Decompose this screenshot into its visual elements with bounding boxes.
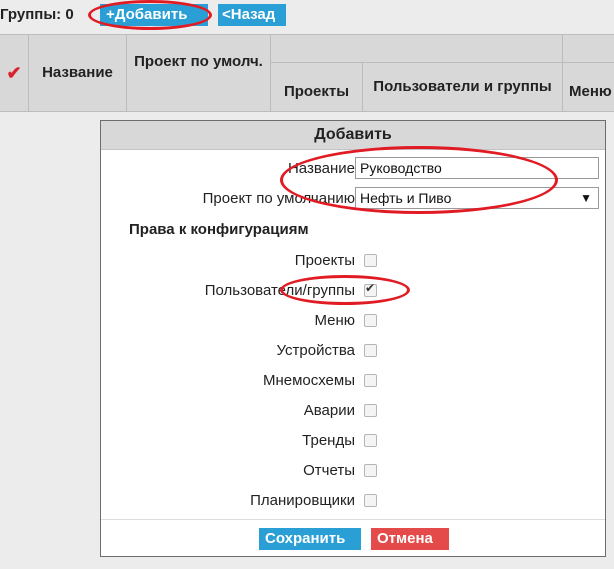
permission-row: Меню — [101, 309, 607, 333]
add-group-dialog: Добавить Название Проект по умолчанию Не… — [100, 120, 606, 557]
dialog-title: Добавить — [101, 121, 605, 150]
default-project-label: Проект по умолчанию — [202, 190, 355, 207]
name-input[interactable] — [355, 157, 599, 179]
permission-checkbox[interactable] — [364, 281, 377, 297]
permission-label: Отчеты — [303, 462, 355, 479]
add-button[interactable]: +Добавить — [100, 4, 208, 26]
check-icon: ✔ — [6, 63, 22, 83]
header-default-project[interactable]: Проект по умолч. — [126, 35, 270, 111]
header-name[interactable]: Название — [28, 35, 126, 111]
permission-checkbox[interactable] — [364, 254, 377, 267]
permission-row: Планировщики — [101, 489, 607, 513]
permission-checkbox[interactable] — [364, 464, 377, 477]
header-users-groups[interactable]: Пользователи и группы — [362, 63, 562, 111]
permission-label: Меню — [314, 312, 355, 329]
header-menu[interactable]: Меню — [562, 35, 614, 111]
permission-checkbox[interactable] — [364, 404, 377, 417]
permission-checkbox[interactable] — [364, 344, 377, 357]
permission-label: Мнемосхемы — [262, 372, 355, 389]
back-button[interactable]: <Назад — [218, 4, 286, 26]
default-project-row: Проект по умолчанию Нефть и Пиво ▼ — [101, 187, 607, 211]
permission-row: Пользователи/группы — [101, 279, 607, 303]
name-label: Название — [287, 160, 355, 177]
permission-row: Отчеты — [101, 459, 607, 483]
permission-row: Проекты — [101, 249, 607, 273]
permission-label: Тренды — [302, 432, 355, 449]
permission-label: Устройства — [276, 342, 355, 359]
top-toolbar: Группы: 0 +Добавить <Назад — [0, 0, 614, 30]
permission-row: Тренды — [101, 429, 607, 453]
default-project-value: Нефть и Пиво — [360, 190, 452, 206]
dialog-footer: Сохранить Отмена — [101, 519, 605, 557]
groups-label: Группы: 0 — [0, 6, 74, 23]
permission-checkbox[interactable] — [364, 434, 377, 447]
default-project-select[interactable]: Нефть и Пиво ▼ — [355, 187, 599, 209]
permission-checkbox[interactable] — [364, 374, 377, 387]
chevron-down-icon: ▼ — [580, 191, 592, 205]
name-row: Название — [101, 157, 607, 181]
cancel-button[interactable]: Отмена — [371, 528, 449, 550]
groups-table-header: ✔ Название Проект по умолч. Проекты Поль… — [0, 34, 614, 112]
permission-label: Планировщики — [250, 492, 355, 509]
permission-checkbox[interactable] — [364, 494, 377, 507]
permission-checkbox[interactable] — [364, 314, 377, 327]
permission-row: Аварии — [101, 399, 607, 423]
header-projects[interactable]: Проекты — [270, 35, 362, 111]
permission-label: Пользователи/группы — [204, 282, 355, 299]
permission-row: Мнемосхемы — [101, 369, 607, 393]
save-button[interactable]: Сохранить — [259, 528, 361, 550]
permission-label: Проекты — [294, 252, 355, 269]
permission-label: Аварии — [303, 402, 355, 419]
permission-row: Устройства — [101, 339, 607, 363]
rights-heading: Права к конфигурациям — [129, 221, 309, 238]
header-check-column[interactable]: ✔ — [0, 35, 28, 111]
